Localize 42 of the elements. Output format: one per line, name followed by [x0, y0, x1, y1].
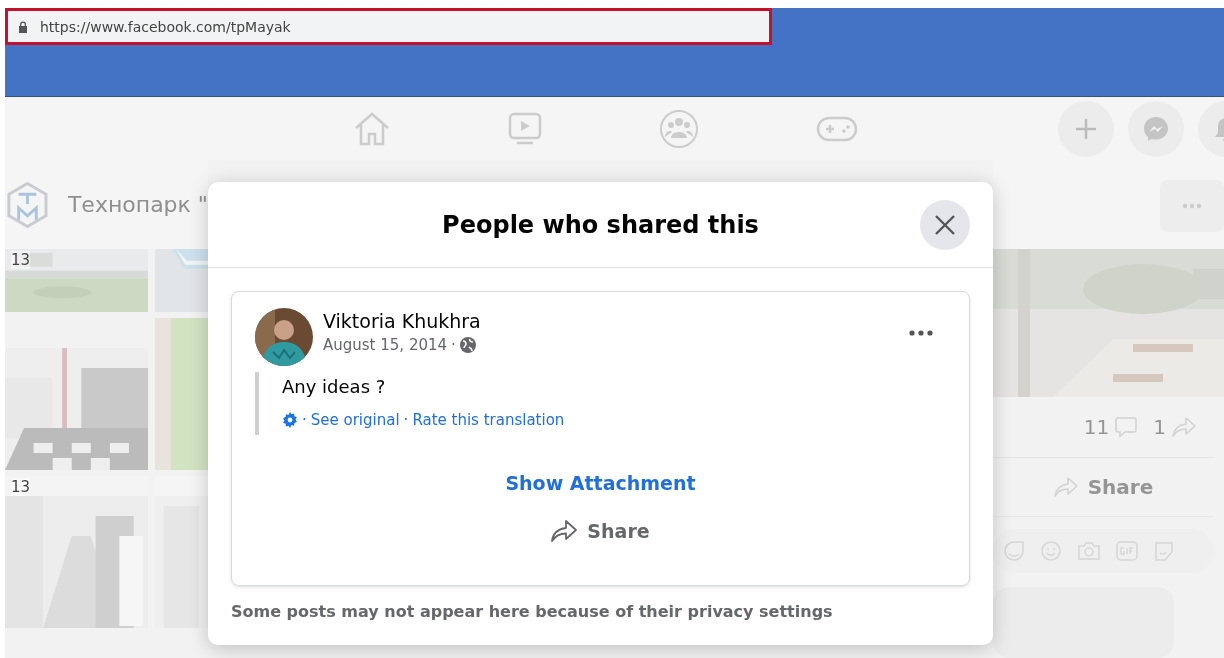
separator: · — [403, 411, 409, 429]
translation-link[interactable]: Rate this translation — [412, 411, 565, 429]
show-attachment-link[interactable]: Show Attachment — [505, 472, 696, 494]
comment-icon — [1115, 416, 1138, 438]
separator: · — [451, 336, 456, 354]
gear-icon[interactable] — [282, 412, 298, 428]
messenger-icon — [1143, 115, 1169, 142]
privacy-note: Some posts may not appear here because of their privacy settings — [231, 602, 834, 621]
close-button[interactable] — [920, 200, 970, 250]
dialog-title: People who shared this — [442, 210, 759, 239]
url-text: https://www.facebook.com/tpMayak — [40, 18, 291, 35]
share-icon — [1172, 417, 1196, 437]
video-icon[interactable] — [508, 111, 542, 146]
post-date[interactable]: August 15, 2014 — [323, 336, 448, 354]
globe-icon — [459, 337, 476, 353]
share-icon — [1053, 477, 1078, 497]
more-icon — [1182, 203, 1202, 209]
translation-link[interactable]: See original — [310, 411, 400, 429]
home-icon[interactable] — [353, 110, 391, 147]
logo-icon — [5, 179, 50, 230]
comment-count: 11 — [1083, 415, 1110, 439]
sticker-icon — [1153, 540, 1175, 562]
lock-icon — [18, 20, 28, 33]
photo-date: 13 — [11, 251, 31, 269]
author-name[interactable]: Viktoria Khukhra — [323, 310, 481, 332]
share-icon — [551, 520, 578, 542]
gamepad-icon[interactable] — [816, 115, 858, 142]
page-name[interactable]: Технопарк " — [67, 192, 208, 217]
gif-icon — [1116, 540, 1138, 562]
groups-icon[interactable] — [659, 108, 699, 149]
photo-date: 13 — [11, 478, 31, 496]
separator: · — [302, 411, 307, 429]
close-icon — [934, 214, 956, 236]
plus-icon — [1075, 117, 1097, 140]
address-bar[interactable]: https://www.facebook.com/tpMayak — [5, 8, 772, 45]
more-icon — [909, 330, 933, 336]
share-button[interactable]: Share — [543, 516, 658, 546]
share-count: 1 — [1153, 415, 1166, 439]
more-button[interactable] — [909, 330, 933, 336]
camera-icon — [1077, 540, 1101, 562]
post-text: Any ideas ? — [282, 376, 387, 397]
emoji-icon — [1040, 540, 1062, 562]
